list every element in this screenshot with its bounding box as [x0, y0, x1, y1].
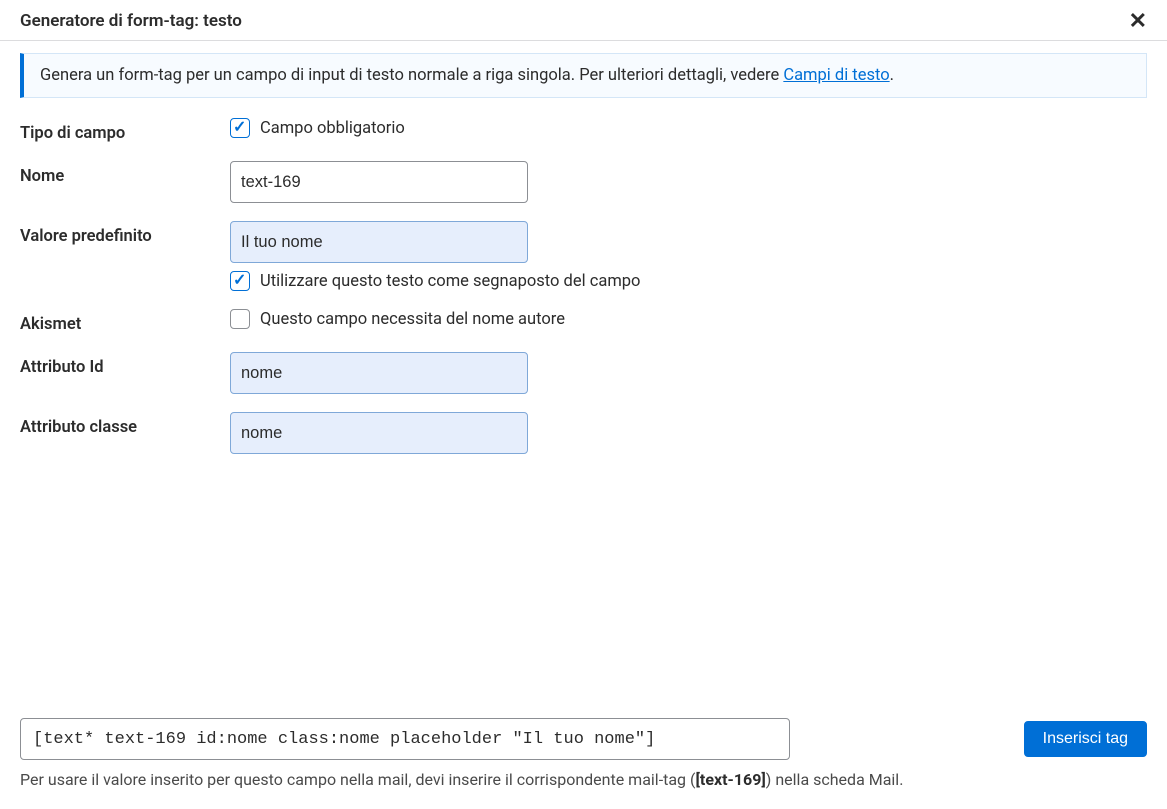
default-value-input[interactable]: [230, 221, 528, 263]
id-attr-input[interactable]: [230, 352, 528, 394]
akismet-checkbox[interactable]: [230, 309, 250, 329]
info-box: Genera un form-tag per un campo di input…: [20, 53, 1147, 98]
modal-footer: Inserisci tag Per usare il valore inseri…: [20, 702, 1147, 789]
tag-row: Inserisci tag: [20, 718, 1147, 760]
row-field-type: Tipo di campo Campo obbligatorio: [20, 118, 1147, 143]
hint-pre: Per usare il valore inserito per questo …: [20, 770, 695, 789]
row-name: Nome: [20, 161, 1147, 203]
row-akismet: Akismet Questo campo necessita del nome …: [20, 309, 1147, 334]
hint-post: ) nella scheda Mail.: [766, 770, 904, 789]
mail-tag-hint: Per usare il valore inserito per questo …: [20, 770, 1147, 789]
label-name: Nome: [20, 161, 230, 186]
close-icon[interactable]: ✕: [1129, 10, 1147, 32]
label-field-type: Tipo di campo: [20, 118, 230, 143]
name-input[interactable]: [230, 161, 528, 203]
row-default-value: Valore predefinito Utilizzare questo tes…: [20, 221, 1147, 291]
hint-tag: [text-169]: [695, 770, 765, 789]
insert-tag-button[interactable]: Inserisci tag: [1024, 721, 1147, 757]
tag-output[interactable]: [20, 718, 790, 760]
label-default-value: Valore predefinito: [20, 221, 230, 246]
placeholder-checkbox-label: Utilizzare questo testo come segnaposto …: [260, 272, 640, 291]
modal-title: Generatore di form-tag: testo: [20, 11, 242, 31]
label-akismet: Akismet: [20, 309, 230, 334]
label-id-attr: Attributo Id: [20, 352, 230, 377]
row-class-attr: Attributo classe: [20, 412, 1147, 454]
info-text-pre: Genera un form-tag per un campo di input…: [40, 66, 783, 85]
modal-body: Genera un form-tag per un campo di input…: [0, 41, 1167, 809]
akismet-checkbox-wrapper[interactable]: Questo campo necessita del nome autore: [230, 309, 1147, 329]
class-attr-input[interactable]: [230, 412, 528, 454]
info-link[interactable]: Campi di testo: [783, 66, 889, 85]
form-tag-generator-modal: Generatore di form-tag: testo ✕ Genera u…: [0, 0, 1167, 809]
placeholder-checkbox[interactable]: [230, 271, 250, 291]
required-checkbox[interactable]: [230, 118, 250, 138]
row-id-attr: Attributo Id: [20, 352, 1147, 394]
modal-header: Generatore di form-tag: testo ✕: [0, 0, 1167, 41]
required-checkbox-wrapper[interactable]: Campo obbligatorio: [230, 118, 1147, 138]
akismet-checkbox-label: Questo campo necessita del nome autore: [260, 310, 565, 329]
info-text-post: .: [890, 66, 894, 85]
required-checkbox-label: Campo obbligatorio: [260, 119, 405, 138]
placeholder-checkbox-wrapper[interactable]: Utilizzare questo testo come segnaposto …: [230, 271, 1147, 291]
label-class-attr: Attributo classe: [20, 412, 230, 437]
